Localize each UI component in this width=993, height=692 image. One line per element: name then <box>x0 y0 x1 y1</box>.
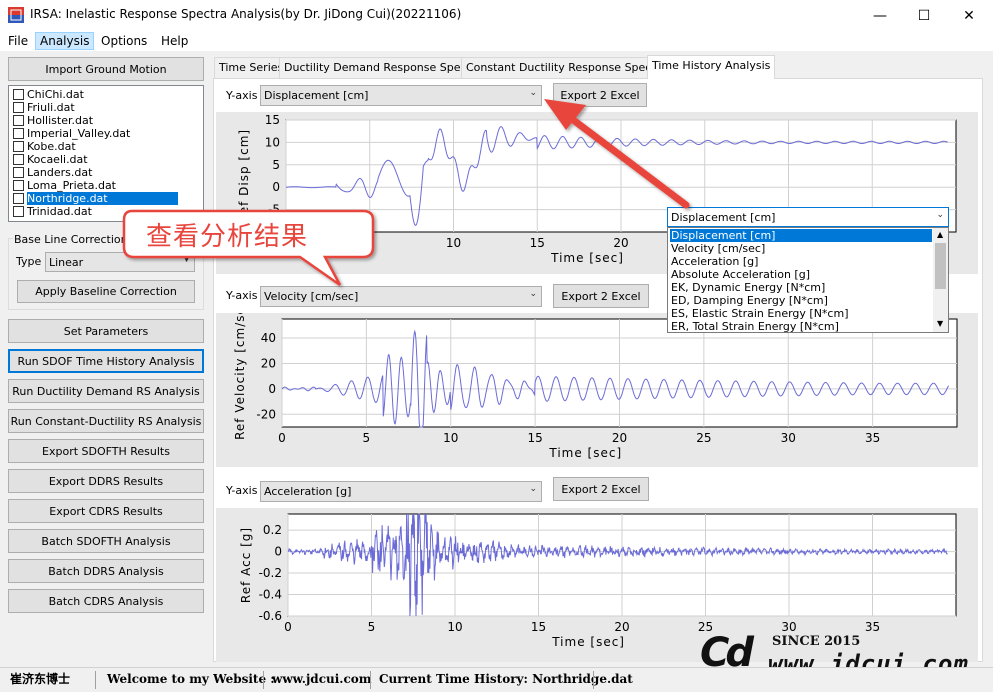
status-separator <box>95 671 96 689</box>
red-arrow-icon <box>544 99 690 209</box>
callout-text: 查看分析结果 <box>146 222 309 252</box>
status-current-file: Current Time History: Northridge.dat <box>379 672 633 686</box>
status-site-link[interactable]: www.jdcui.com <box>272 671 371 689</box>
status-welcome: Welcome to my Website : <box>107 672 275 686</box>
status-separator <box>263 671 264 689</box>
status-author: 崔济东博士 <box>10 672 71 686</box>
status-separator <box>370 671 371 689</box>
status-separator <box>593 671 594 689</box>
since-text: SINCE 2015 <box>772 634 861 649</box>
annotation-overlay <box>122 99 690 287</box>
